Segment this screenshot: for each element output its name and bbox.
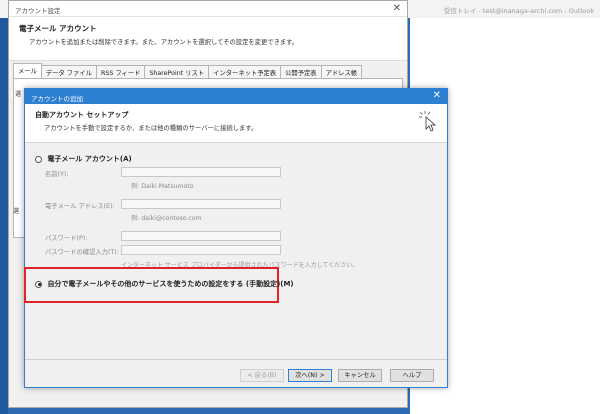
manual-setup-option-label: 自分で電子メールやその他のサービスを使うための設定をする (手動設定)(M) [47,280,294,288]
email-example: 例: daiki@contoso.com [131,215,202,222]
dialog-title: アカウントの追加 [31,95,83,103]
account-settings-description: アカウントを追加または削除できます。また、アカウントを選択してその設定を変更でき… [29,39,299,46]
outlook-left-strip [0,18,8,414]
add-account-titlebar: アカウントの追加 ✕ [25,89,447,104]
tab-data-files[interactable]: データ ファイル [40,65,97,78]
tab-sharepoint-lists[interactable]: SharePoint リスト [144,65,210,78]
name-example: 例: Daiki Matsumoto [131,183,194,190]
email-input[interactable] [121,199,281,209]
tab-address-books[interactable]: アドレス帳 [320,65,363,78]
outlook-status-text: 受信トレイ - test@inanaga-archi.com - Outlook [443,7,594,15]
dialog-header: 自動アカウント セットアップ アカウントを手動で設定するか、または他の種類のサー… [25,104,447,143]
manual-setup-radio[interactable] [35,280,42,288]
account-settings-header: 電子メール アカウント アカウントを追加または削除できます。また、アカウントを選… [9,17,407,61]
account-settings-title: アカウント設定 [15,7,61,15]
list-item[interactable]: 選 [15,89,21,101]
next-button[interactable]: 次へ(N) > [288,369,332,382]
manual-setup-option[interactable]: 自分で電子メールやその他のサービスを使うための設定をする (手動設定)(M) [35,279,294,289]
dialog-heading: 自動アカウント セットアップ [35,111,129,119]
account-settings-heading: 電子メール アカウント [19,24,97,33]
account-list-fragment: 選 [15,89,21,101]
tab-rss-feeds[interactable]: RSS フィード [95,65,146,78]
dialog-footer-divider [25,359,447,360]
back-button[interactable]: < 戻る(B) [240,369,284,382]
account-settings-titlebar: アカウント設定 ✕ [9,1,407,17]
account-settings-tabs: メール データ ファイル RSS フィード SharePoint リスト インタ… [13,63,363,78]
add-account-dialog: アカウントの追加 ✕ 自動アカウント セットアップ アカウントを手動で設定するか… [24,88,448,388]
email-account-radio[interactable] [35,155,42,163]
name-input[interactable] [121,167,281,177]
password-input[interactable] [121,231,281,241]
cancel-button[interactable]: キャンセル [338,369,382,382]
email-label: 電子メール アドレス(E): [45,203,115,210]
tab-internet-calendars[interactable]: インターネット予定表 [208,65,282,78]
name-label: 名前(Y): [45,171,69,178]
close-icon[interactable]: ✕ [433,90,441,101]
close-icon[interactable]: ✕ [393,3,401,14]
password-confirm-input[interactable] [121,245,281,255]
account-list-fragment-2: 選 [13,206,19,215]
help-button[interactable]: ヘルプ [390,369,434,382]
email-account-option-label: 電子メール アカウント(A) [47,155,132,163]
list-item: 選 [13,208,20,215]
email-account-option[interactable]: 電子メール アカウント(A) [35,154,132,164]
password-label: パスワード(P): [45,235,88,242]
tab-published-calendars[interactable]: 公開予定表 [280,65,322,78]
password-confirm-label: パスワードの確認入力(T): [45,249,119,256]
cursor-click-icon [419,111,437,132]
tab-mail[interactable]: メール [13,63,42,78]
dialog-description: アカウントを手動で設定するか、または他の種類のサーバーに接続します。 [44,125,258,132]
